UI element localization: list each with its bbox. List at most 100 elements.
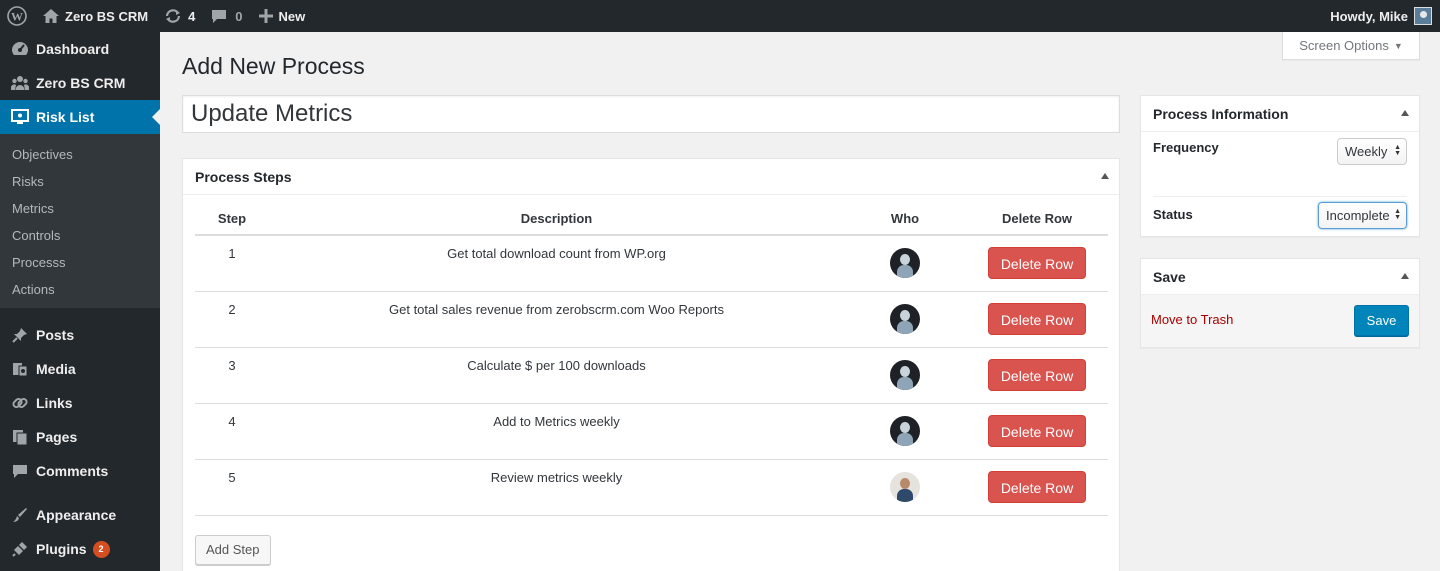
menu-item-media[interactable]: Media	[0, 352, 160, 386]
step-description[interactable]: Get total sales revenue from zerobscrm.c…	[269, 291, 844, 348]
admin-menu: Dashboard Zero BS CRM Risk List Objectiv…	[0, 32, 160, 571]
comments-link[interactable]: 0	[203, 0, 250, 32]
submenu-item-objectives[interactable]: Objectives	[0, 141, 160, 168]
frequency-select[interactable]: Weekly ▲ ▼	[1337, 138, 1407, 165]
process-information-box: Process Information Frequency Weekly ▲ ▼ …	[1140, 95, 1420, 237]
howdy-greeting: Howdy, Mike	[1330, 8, 1408, 24]
menu-item-dashboard[interactable]: Dashboard	[0, 32, 160, 66]
header-description: Description	[269, 202, 844, 236]
step-description[interactable]: Calculate $ per 100 downloads	[269, 347, 844, 404]
delete-row-button[interactable]: Delete Row	[988, 303, 1086, 335]
comment-icon	[10, 461, 30, 481]
site-name-link[interactable]: Zero BS CRM	[35, 0, 156, 32]
step-description[interactable]: Get total download count from WP.org	[269, 235, 844, 292]
menu-item-posts[interactable]: Posts	[0, 318, 160, 352]
pages-icon	[10, 427, 30, 447]
menu-label: Dashboard	[36, 41, 110, 57]
user-avatar[interactable]	[890, 304, 920, 334]
delete-row-button[interactable]: Delete Row	[988, 247, 1086, 280]
step-description[interactable]: Add to Metrics weekly	[269, 403, 844, 460]
table-row: 4 Add to Metrics weekly Delete Row	[195, 403, 1108, 460]
svg-text:W: W	[11, 10, 23, 24]
menu-label: Media	[36, 361, 76, 377]
header-step: Step	[195, 202, 269, 236]
step-number: 1	[195, 235, 269, 292]
updates-link[interactable]: 4	[156, 0, 203, 32]
menu-item-pages[interactable]: Pages	[0, 420, 160, 454]
process-information-title: Process Information	[1153, 105, 1289, 122]
menu-label: Comments	[36, 463, 109, 479]
menu-item-links[interactable]: Links	[0, 386, 160, 420]
screen-options-button[interactable]: Screen Options ▼	[1282, 32, 1420, 60]
collapse-arrow-icon[interactable]	[1101, 173, 1109, 179]
wordpress-logo-icon[interactable]: W	[0, 0, 35, 32]
delete-row-button[interactable]: Delete Row	[988, 415, 1086, 447]
process-title-input[interactable]: Update Metrics	[182, 95, 1120, 133]
link-icon	[10, 393, 30, 413]
collapse-arrow-icon[interactable]	[1401, 273, 1409, 279]
add-step-button[interactable]: Add Step	[195, 535, 271, 565]
updates-icon	[164, 8, 182, 24]
process-steps-box: Process Steps Step Description Who Delet…	[182, 158, 1120, 571]
table-row: 2 Get total sales revenue from zerobscrm…	[195, 291, 1108, 348]
updates-count: 4	[188, 8, 196, 24]
step-description[interactable]: Review metrics weekly	[269, 459, 844, 516]
user-avatar[interactable]	[890, 472, 920, 502]
user-avatar[interactable]	[890, 360, 920, 390]
groups-icon	[10, 73, 30, 93]
select-arrows-icon: ▲ ▼	[1394, 144, 1401, 157]
frequency-row: Frequency Weekly ▲ ▼	[1153, 132, 1407, 196]
delete-row-button[interactable]: Delete Row	[988, 359, 1086, 391]
submenu-item-metrics[interactable]: Metrics	[0, 195, 160, 222]
comment-icon	[211, 9, 227, 24]
menu-item-plugins[interactable]: Plugins 2	[0, 532, 160, 566]
menu-label: Links	[36, 395, 73, 411]
submenu-item-processs[interactable]: Processs	[0, 249, 160, 276]
new-content-link[interactable]: New	[251, 0, 314, 32]
triangle-down-icon: ▼	[1393, 40, 1403, 51]
steps-table: Step Description Who Delete Row 1 Get to…	[195, 202, 1108, 516]
plugins-update-badge: 2	[92, 540, 110, 558]
save-box: Save Move to Trash Save	[1140, 258, 1420, 348]
menu-separator	[0, 488, 160, 498]
media-icon	[10, 359, 30, 379]
screen-icon	[10, 107, 30, 127]
save-actions: Move to Trash Save	[1141, 295, 1419, 347]
menu-item-comments[interactable]: Comments	[0, 454, 160, 488]
menu-item-appearance[interactable]: Appearance	[0, 498, 160, 532]
submenu-item-risks[interactable]: Risks	[0, 168, 160, 195]
submenu-item-actions[interactable]: Actions	[0, 276, 160, 303]
step-number: 2	[195, 291, 269, 348]
status-select[interactable]: Incomplete ▲ ▼	[1318, 202, 1407, 229]
menu-item-zero-bs-crm[interactable]: Zero BS CRM	[0, 66, 160, 100]
home-icon	[43, 9, 59, 23]
select-arrows-icon: ▲ ▼	[1394, 208, 1401, 221]
menu-separator	[0, 308, 160, 318]
menu-item-risk-list[interactable]: Risk List	[0, 100, 160, 134]
frequency-label: Frequency	[1153, 140, 1219, 155]
status-row: Status Incomplete ▲ ▼	[1153, 196, 1407, 250]
brush-icon	[10, 505, 30, 525]
status-value: Incomplete	[1326, 208, 1390, 223]
user-avatar[interactable]	[890, 416, 920, 446]
menu-label: Plugins	[36, 541, 87, 557]
process-information-header[interactable]: Process Information	[1141, 96, 1419, 132]
delete-row-button[interactable]: Delete Row	[988, 471, 1086, 503]
step-number: 5	[195, 459, 269, 516]
submenu-item-controls[interactable]: Controls	[0, 222, 160, 249]
process-steps-header[interactable]: Process Steps	[183, 159, 1119, 195]
save-button[interactable]: Save	[1354, 305, 1409, 336]
table-row: 3 Calculate $ per 100 downloads Delete R…	[195, 347, 1108, 404]
save-box-header[interactable]: Save	[1141, 259, 1419, 295]
move-to-trash-link[interactable]: Move to Trash	[1151, 312, 1233, 327]
pin-icon	[10, 325, 30, 345]
save-box-title: Save	[1153, 268, 1186, 285]
menu-label: Appearance	[36, 507, 117, 523]
collapse-arrow-icon[interactable]	[1401, 110, 1409, 116]
my-account[interactable]: Howdy, Mike	[1330, 0, 1432, 32]
process-steps-title: Process Steps	[195, 168, 292, 185]
site-name: Zero BS CRM	[65, 8, 149, 24]
screen-options-label: Screen Options	[1299, 38, 1389, 53]
new-label: New	[278, 8, 306, 24]
user-avatar[interactable]	[890, 248, 920, 279]
